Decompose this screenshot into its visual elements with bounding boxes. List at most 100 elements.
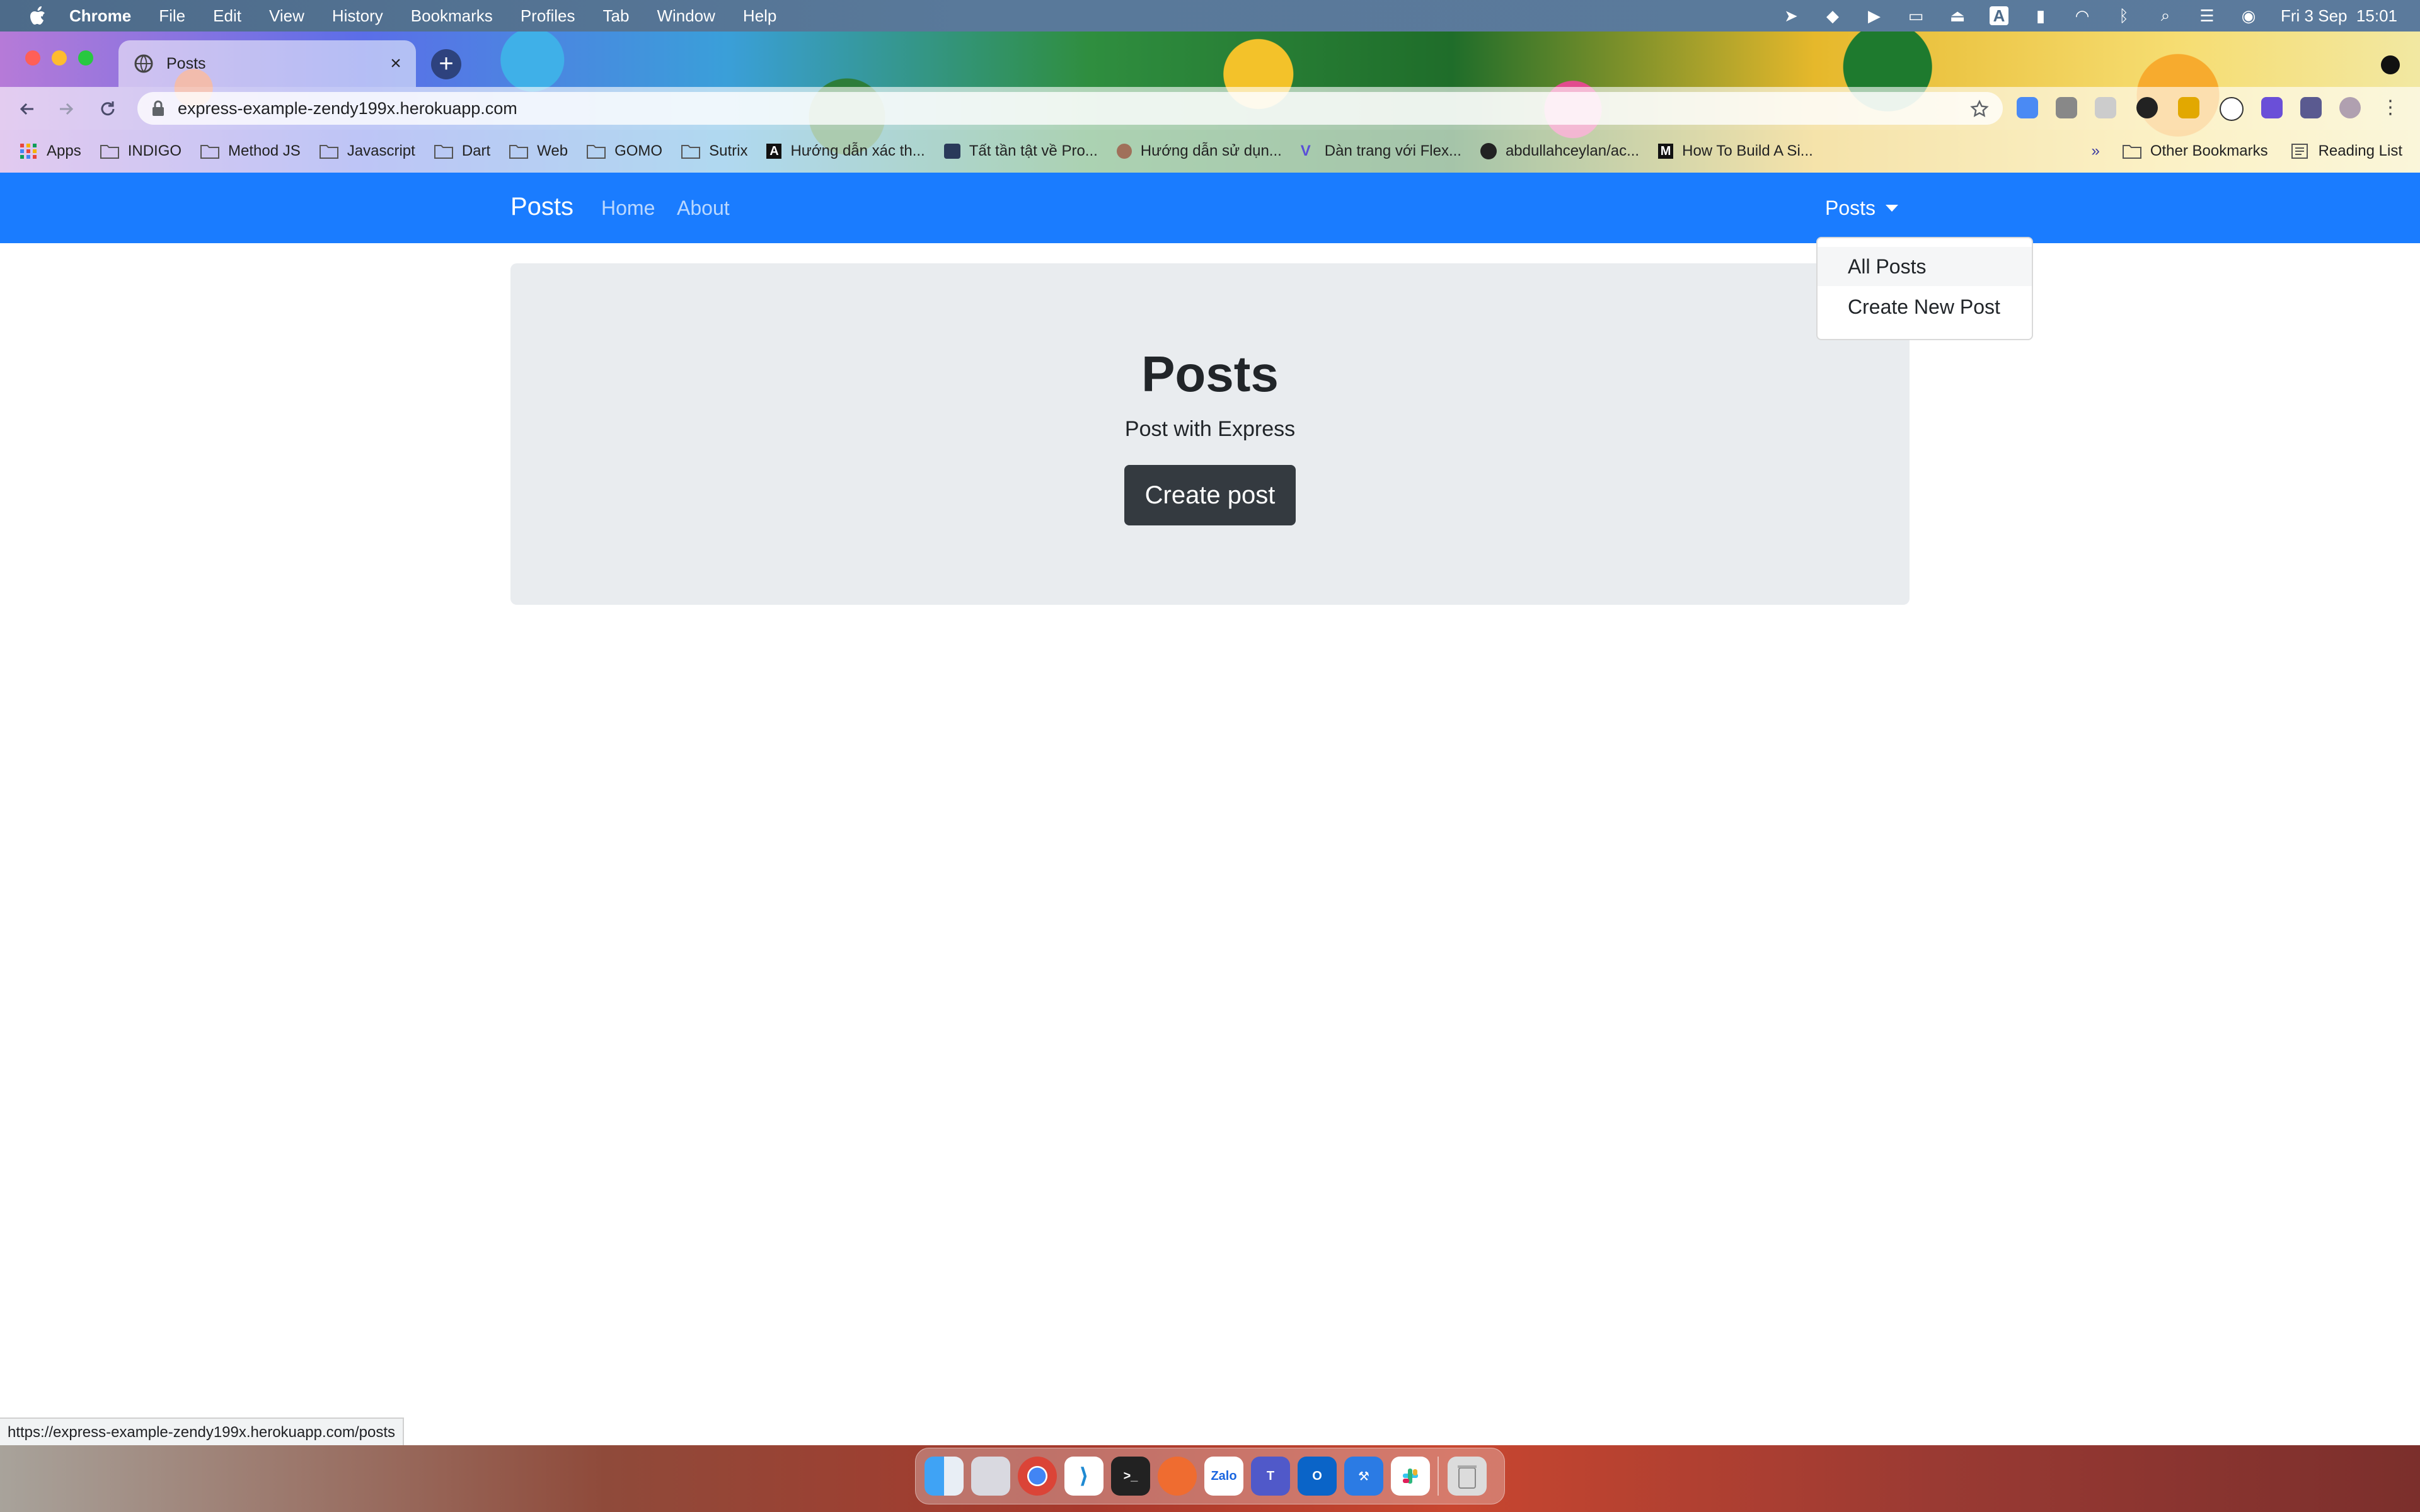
metamask-extension-icon[interactable]	[2136, 97, 2158, 118]
new-tab-button[interactable]: +	[431, 49, 461, 79]
menu-app-chrome[interactable]: Chrome	[69, 6, 131, 26]
bookmark-label: How To Build A Si...	[1682, 142, 1813, 159]
globe-icon	[134, 54, 153, 73]
trash-dock-icon[interactable]	[1448, 1457, 1487, 1496]
site-navbar	[0, 173, 2420, 243]
folder-icon	[587, 145, 606, 159]
bookmark-star-icon[interactable]	[1970, 100, 1989, 118]
nav-link-about[interactable]: About	[677, 197, 730, 220]
menu-window[interactable]: Window	[657, 6, 715, 26]
bookmark-site-5[interactable]: abdullahceylan/ac...	[1480, 142, 1639, 160]
terminal-dock-icon[interactable]: >_	[1111, 1457, 1150, 1496]
translate-extension-icon[interactable]	[2017, 97, 2038, 118]
finder-dock-icon[interactable]	[925, 1457, 964, 1496]
slack-dock-icon[interactable]	[1391, 1457, 1430, 1496]
site-icon	[1116, 144, 1132, 159]
tab-search-icon[interactable]	[2381, 55, 2400, 74]
dropdown-item-create-new-post[interactable]: Create New Post	[1818, 287, 2032, 326]
reload-button[interactable]	[92, 93, 124, 125]
siri-icon[interactable]: ◉	[2239, 6, 2258, 25]
bluetooth-icon[interactable]: ᛒ	[2114, 6, 2133, 25]
extension-icon[interactable]	[2095, 97, 2116, 118]
menubar-clock[interactable]: Fri 3 Sep 15:01	[2281, 6, 2397, 26]
vscode-dock-icon[interactable]: ⟩	[1064, 1457, 1103, 1496]
address-url[interactable]: express-example-zendy199x.herokuapp.com	[178, 99, 517, 118]
bookmarks-overflow-button[interactable]: »	[2091, 142, 2099, 160]
location-arrow-icon[interactable]: ➤	[1782, 6, 1801, 25]
bookmark-folder-sutrix[interactable]: Sutrix	[681, 142, 747, 160]
menu-file[interactable]: File	[159, 6, 185, 26]
input-source-icon[interactable]: A	[1990, 6, 2008, 25]
bookmark-site-3[interactable]: Hướng dẫn sử dụn...	[1116, 142, 1282, 160]
control-center-icon[interactable]: ☰	[2198, 6, 2216, 25]
font-extension-icon[interactable]	[2220, 97, 2244, 121]
outlook-dock-icon[interactable]: O	[1298, 1457, 1337, 1496]
xcode-dock-icon[interactable]: ⚒	[1344, 1457, 1383, 1496]
medium-icon: M	[1658, 144, 1674, 159]
link-status-bar: https://express-example-zendy199x.heroku…	[0, 1418, 404, 1448]
battery-icon[interactable]: ▮	[2031, 6, 2050, 25]
screen-mirror-icon[interactable]: ▭	[1906, 6, 1925, 25]
browser-tab[interactable]: Posts ×	[118, 40, 416, 87]
slack-icon	[1403, 1469, 1418, 1484]
address-bar[interactable]: express-example-zendy199x.herokuapp.com	[137, 92, 2003, 125]
chrome-menu-icon[interactable]: ⋮	[2381, 97, 2400, 118]
eyedropper-extension-icon[interactable]	[2056, 97, 2077, 118]
bookmark-label: Apps	[47, 142, 81, 159]
bookmark-site-6[interactable]: M How To Build A Si...	[1658, 142, 1813, 160]
apple-menu-icon[interactable]	[25, 3, 50, 28]
wifi-icon[interactable]: ◠	[2073, 6, 2092, 25]
menu-history[interactable]: History	[332, 6, 383, 26]
navbar-brand[interactable]: Posts	[510, 193, 573, 221]
caret-down-icon	[1886, 205, 1899, 212]
reading-mode-icon[interactable]	[2300, 97, 2322, 118]
bookmark-folder-gomo[interactable]: GOMO	[587, 142, 662, 160]
bookmark-folder-dart[interactable]: Dart	[434, 142, 490, 160]
puzzle-extensions-icon[interactable]	[2261, 97, 2283, 118]
bookmark-folder-indigo[interactable]: INDIGO	[100, 142, 182, 160]
launchpad-dock-icon[interactable]	[971, 1457, 1010, 1496]
window-zoom-button[interactable]	[78, 50, 93, 66]
eject-icon[interactable]: ⏏	[1948, 6, 1967, 25]
window-close-button[interactable]	[25, 50, 40, 66]
teams-dock-icon[interactable]: T	[1251, 1457, 1290, 1496]
lock-icon[interactable]	[151, 100, 165, 117]
dropdown-item-all-posts[interactable]: All Posts	[1818, 247, 2032, 286]
bookmark-folder-web[interactable]: Web	[509, 142, 568, 160]
bookmark-site-4[interactable]: V Dàn trang với Flex...	[1301, 142, 1461, 160]
bookmark-site-2[interactable]: Tất tần tật về Pro...	[943, 142, 1098, 160]
menu-help[interactable]: Help	[743, 6, 776, 26]
forward-button[interactable]	[50, 93, 82, 125]
play-circle-icon[interactable]: ▶	[1865, 6, 1884, 25]
bookmark-folder-method-js[interactable]: Method JS	[200, 142, 301, 160]
folder-icon	[100, 145, 119, 159]
bookmark-label: Web	[537, 142, 568, 159]
bookmark-label: abdullahceylan/ac...	[1505, 142, 1640, 159]
postman-dock-icon[interactable]	[1158, 1457, 1197, 1496]
package-extension-icon[interactable]	[2178, 97, 2199, 118]
menu-tab[interactable]: Tab	[603, 6, 630, 26]
create-post-button[interactable]: Create post	[1124, 465, 1296, 525]
profile-avatar[interactable]	[2339, 97, 2361, 118]
bookmark-apps[interactable]: Apps	[19, 142, 81, 160]
bookmark-folder-javascript[interactable]: Javascript	[319, 142, 415, 160]
reading-list-button[interactable]: Reading List	[2291, 142, 2402, 160]
window-minimize-button[interactable]	[52, 50, 67, 66]
spotlight-search-icon[interactable]: ⌕	[2156, 6, 2175, 25]
trash-icon	[1458, 1465, 1477, 1489]
bookmark-site-1[interactable]: A Hướng dẫn xác th...	[766, 142, 925, 160]
zalo-dock-icon[interactable]: Zalo	[1204, 1457, 1243, 1496]
nav-link-home[interactable]: Home	[601, 197, 655, 220]
vpn-icon[interactable]: ◆	[1823, 6, 1842, 25]
menu-profiles[interactable]: Profiles	[521, 6, 575, 26]
menu-bookmarks[interactable]: Bookmarks	[411, 6, 493, 26]
menu-edit[interactable]: Edit	[213, 6, 241, 26]
chrome-dock-icon[interactable]	[1018, 1457, 1057, 1496]
other-bookmarks-folder[interactable]: Other Bookmarks	[2122, 142, 2268, 160]
bookmarks-bar: Apps INDIGO Method JS Javascript Dart We…	[0, 130, 2420, 173]
posts-dropdown-toggle[interactable]: Posts	[1825, 197, 1899, 220]
arrow-left-icon	[20, 103, 33, 115]
back-button[interactable]	[11, 93, 43, 125]
menu-view[interactable]: View	[269, 6, 304, 26]
tab-close-icon[interactable]: ×	[386, 54, 406, 74]
